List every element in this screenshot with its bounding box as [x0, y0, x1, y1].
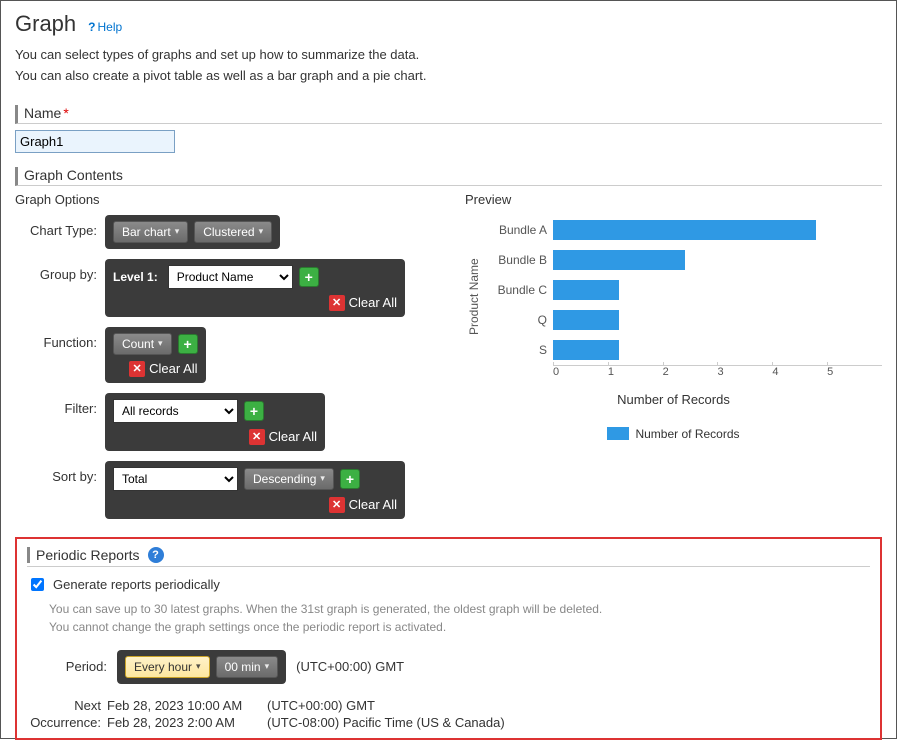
- function-add-button[interactable]: +: [178, 334, 198, 354]
- chart-x-tick: 3: [717, 366, 772, 378]
- chart-x-tick: 0: [553, 366, 608, 378]
- chart-bar: [553, 220, 816, 240]
- chart-x-tick: 4: [772, 366, 827, 378]
- group-by-add-button[interactable]: +: [299, 267, 319, 287]
- filter-select[interactable]: All records: [113, 399, 238, 423]
- page-description: You can select types of graphs and set u…: [15, 45, 882, 87]
- graph-name-input[interactable]: [15, 130, 175, 153]
- chart-type-secondary-select[interactable]: Clustered: [194, 221, 272, 243]
- next-occurrence-tz-2: (UTC-08:00) Pacific Time (US & Canada): [267, 715, 527, 730]
- chart-bar: [553, 280, 619, 300]
- clear-all-label: Clear All: [149, 361, 197, 376]
- chart-x-tick: 5: [827, 366, 882, 378]
- periodic-reports-section: Periodic Reports ? Generate reports peri…: [15, 537, 882, 740]
- generate-periodically-checkbox[interactable]: [31, 578, 44, 591]
- chart-bar-row: Bundle B: [483, 245, 882, 275]
- next-occurrence-label-1: Next: [27, 698, 107, 713]
- page-title: Graph: [15, 11, 76, 37]
- function-select[interactable]: Count: [113, 333, 172, 355]
- group-by-level-label: Level 1:: [113, 270, 158, 284]
- close-icon: ✕: [129, 361, 145, 377]
- chart-type-label: Chart Type:: [15, 215, 105, 238]
- clear-all-label: Clear All: [269, 429, 317, 444]
- sort-by-add-button[interactable]: +: [340, 469, 360, 489]
- chart-category-label: Bundle A: [483, 223, 553, 237]
- sort-by-label: Sort by:: [15, 461, 105, 484]
- next-occurrence-time-1: Feb 28, 2023 10:00 AM: [107, 698, 267, 713]
- filter-label: Filter:: [15, 393, 105, 416]
- next-occurrence-time-2: Feb 28, 2023 2:00 AM: [107, 715, 267, 730]
- help-link[interactable]: Help: [88, 20, 122, 34]
- generate-periodically-label: Generate reports periodically: [53, 577, 220, 592]
- description-line-1: You can select types of graphs and set u…: [15, 45, 882, 66]
- close-icon: ✕: [329, 295, 345, 311]
- graph-options-heading: Graph Options: [15, 192, 445, 207]
- graph-contents-header: Graph Contents: [15, 167, 882, 186]
- periodic-reports-heading: Periodic Reports: [27, 547, 140, 563]
- group-by-label: Group by:: [15, 259, 105, 282]
- function-label: Function:: [15, 327, 105, 350]
- chart-x-axis-label: Number of Records: [465, 392, 882, 407]
- chart-bar-row: Bundle A: [483, 215, 882, 245]
- chart-bar-row: Q: [483, 305, 882, 335]
- chart-preview: Product Name Bundle A Bundle B Bundle C Q S0…: [465, 215, 882, 441]
- name-label: Name: [24, 105, 61, 121]
- description-line-2: You can also create a pivot table as wel…: [15, 66, 882, 87]
- chart-bar: [553, 310, 619, 330]
- required-asterisk: *: [63, 105, 68, 121]
- chart-category-label: Bundle C: [483, 283, 553, 297]
- legend-label: Number of Records: [635, 427, 739, 441]
- name-section-header: Name*: [15, 105, 882, 124]
- chart-bar: [553, 340, 619, 360]
- chart-bar: [553, 250, 685, 270]
- period-label: Period:: [27, 659, 107, 674]
- help-icon[interactable]: ?: [148, 547, 164, 563]
- chart-y-axis-label: Product Name: [465, 215, 483, 378]
- clear-all-label: Clear All: [349, 497, 397, 512]
- group-by-level1-select[interactable]: Product Name: [168, 265, 293, 289]
- function-clear-all-button[interactable]: ✕ Clear All: [129, 361, 197, 377]
- chart-legend: Number of Records: [465, 427, 882, 441]
- periodic-note-1: You can save up to 30 latest graphs. Whe…: [49, 600, 870, 618]
- chart-category-label: Q: [483, 313, 553, 327]
- sort-by-field-select[interactable]: Total: [113, 467, 238, 491]
- sort-by-direction-select[interactable]: Descending: [244, 468, 334, 490]
- filter-clear-all-button[interactable]: ✕ Clear All: [249, 429, 317, 445]
- close-icon: ✕: [249, 429, 265, 445]
- period-minute-select[interactable]: 00 min: [216, 656, 279, 678]
- filter-add-button[interactable]: +: [244, 401, 264, 421]
- period-timezone: (UTC+00:00) GMT: [296, 659, 404, 674]
- chart-x-tick: 2: [663, 366, 718, 378]
- periodic-note-2: You cannot change the graph settings onc…: [49, 618, 870, 636]
- chart-category-label: Bundle B: [483, 253, 553, 267]
- sort-by-clear-all-button[interactable]: ✕ Clear All: [329, 497, 397, 513]
- next-occurrence-label-2: Occurrence:: [27, 715, 107, 730]
- group-by-clear-all-button[interactable]: ✕ Clear All: [329, 295, 397, 311]
- chart-bar-row: S: [483, 335, 882, 365]
- chart-x-tick: 1: [608, 366, 663, 378]
- close-icon: ✕: [329, 497, 345, 513]
- next-occurrence-tz-1: (UTC+00:00) GMT: [267, 698, 527, 713]
- chart-type-primary-select[interactable]: Bar chart: [113, 221, 188, 243]
- period-interval-select[interactable]: Every hour: [125, 656, 210, 678]
- clear-all-label: Clear All: [349, 295, 397, 310]
- chart-bar-row: Bundle C: [483, 275, 882, 305]
- chart-category-label: S: [483, 343, 553, 357]
- legend-swatch: [607, 427, 629, 440]
- preview-heading: Preview: [465, 192, 882, 207]
